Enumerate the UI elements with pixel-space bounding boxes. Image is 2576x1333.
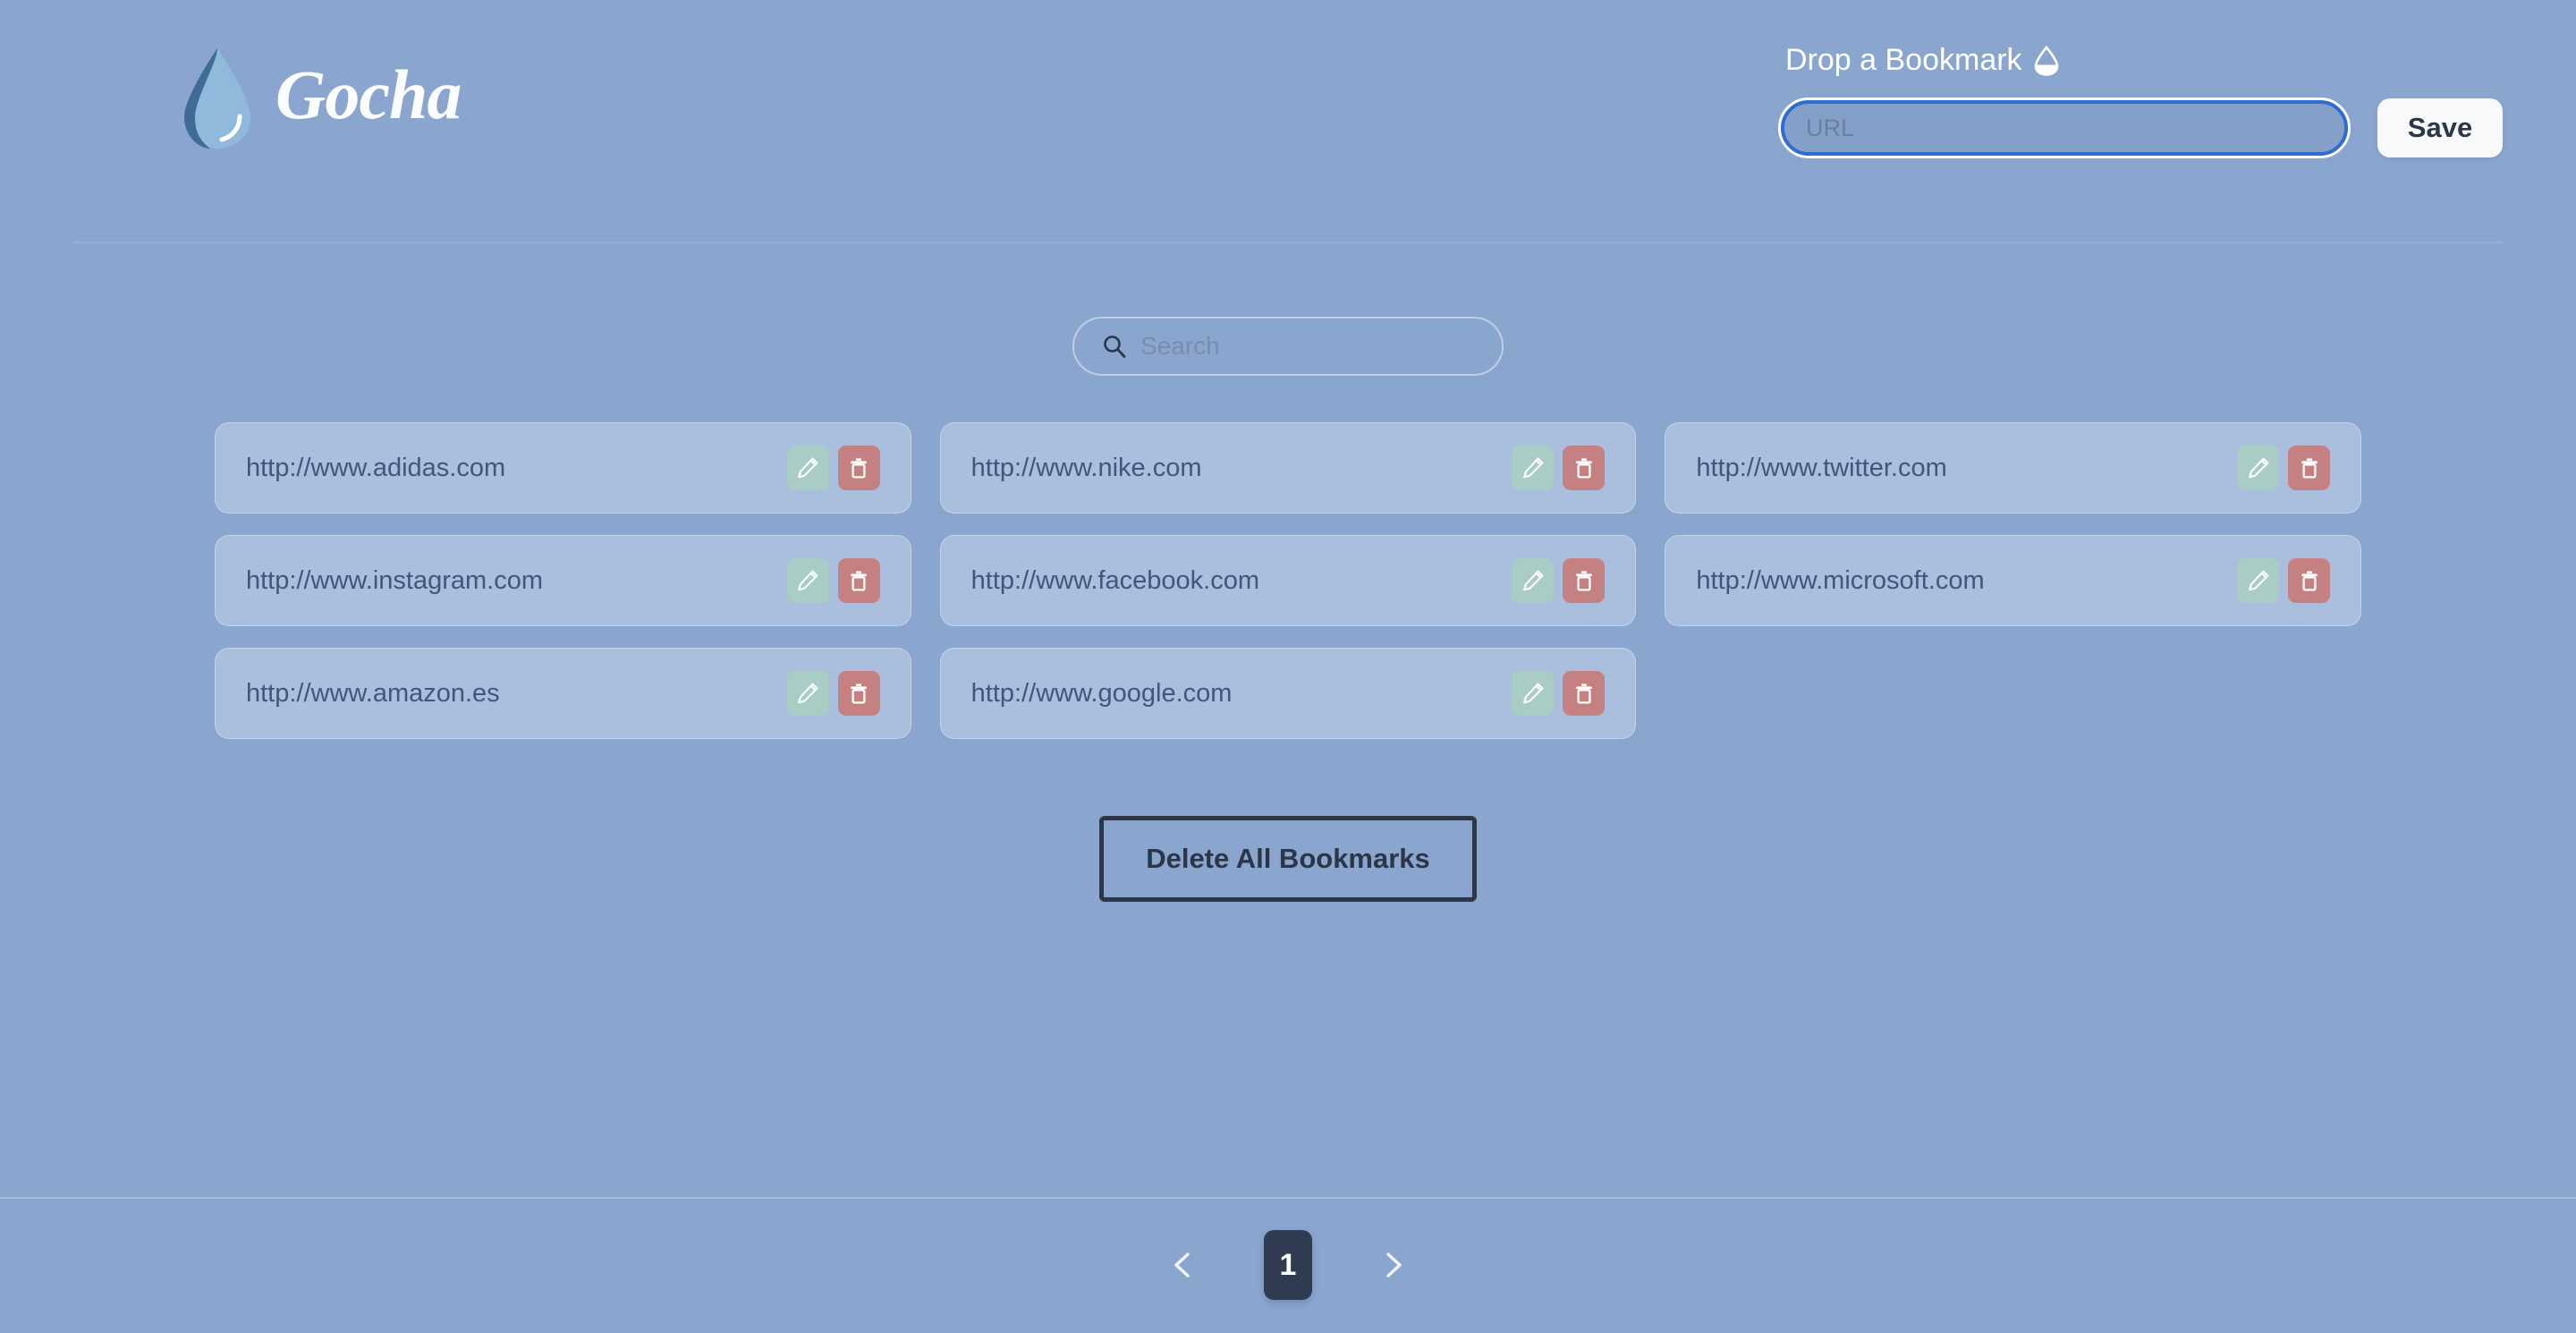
delete-all-row: Delete All Bookmarks: [215, 816, 2361, 902]
app-root: Gocha Drop a Bookmark Save: [0, 0, 2576, 1333]
chevron-left-icon: [1165, 1247, 1201, 1283]
delete-bookmark-button[interactable]: [1563, 671, 1605, 716]
brand-name: Gocha: [275, 60, 461, 137]
drop-bookmark-zone: Drop a Bookmark Save: [1778, 43, 2503, 158]
bookmark-url: http://www.amazon.es: [246, 679, 500, 709]
bookmark-card[interactable]: http://www.facebook.com: [940, 535, 1637, 626]
pencil-icon: [796, 569, 819, 592]
edit-bookmark-button[interactable]: [1512, 671, 1554, 716]
edit-bookmark-button[interactable]: [787, 558, 829, 603]
bookmark-card[interactable]: http://www.twitter.com: [1665, 422, 2361, 514]
trash-icon: [847, 682, 870, 705]
water-drop-icon: [179, 47, 256, 150]
pencil-icon: [2247, 456, 2270, 480]
search-input[interactable]: [1140, 332, 1475, 361]
bookmark-card[interactable]: http://www.adidas.com: [215, 422, 911, 514]
app-header: Gocha Drop a Bookmark Save: [0, 0, 2576, 243]
bookmark-card[interactable]: http://www.instagram.com: [215, 535, 911, 626]
edit-bookmark-button[interactable]: [1512, 446, 1554, 490]
bookmark-actions: [1512, 558, 1605, 603]
pagination-prev-button[interactable]: [1158, 1240, 1208, 1290]
bookmark-actions: [1512, 446, 1605, 490]
bookmark-grid-empty-cell: [1665, 648, 2361, 739]
search-row: [215, 243, 2361, 376]
pencil-icon: [796, 456, 819, 480]
drop-bookmark-title: Drop a Bookmark: [1785, 43, 2060, 78]
pagination-page-1[interactable]: 1: [1264, 1230, 1312, 1300]
bookmark-actions: [2237, 558, 2330, 603]
url-input-wrapper: [1778, 98, 2351, 158]
bookmark-grid: http://www.adidas.com http://www.nike.com…: [215, 422, 2361, 739]
bookmark-url: http://www.nike.com: [971, 454, 1202, 483]
delete-all-bookmarks-button[interactable]: Delete All Bookmarks: [1099, 816, 1477, 902]
bookmark-actions: [787, 446, 880, 490]
pagination-next-button[interactable]: [1368, 1240, 1418, 1290]
url-input[interactable]: [1781, 100, 2348, 156]
trash-icon: [847, 456, 870, 480]
delete-bookmark-button[interactable]: [838, 671, 880, 716]
brand-logo[interactable]: Gocha: [179, 47, 461, 150]
bookmark-actions: [2237, 446, 2330, 490]
bookmark-actions: [787, 671, 880, 716]
trash-icon: [2298, 456, 2321, 480]
pencil-icon: [1521, 456, 1545, 480]
delete-bookmark-button[interactable]: [1563, 446, 1605, 490]
delete-bookmark-button[interactable]: [838, 558, 880, 603]
bookmark-url: http://www.google.com: [971, 679, 1233, 709]
trash-icon: [847, 569, 870, 592]
bookmark-url: http://www.facebook.com: [971, 566, 1259, 596]
bookmark-card[interactable]: http://www.microsoft.com: [1665, 535, 2361, 626]
bookmark-actions: [787, 558, 880, 603]
bookmark-url: http://www.instagram.com: [246, 566, 543, 596]
bookmark-url: http://www.twitter.com: [1696, 454, 1946, 483]
trash-icon: [1572, 569, 1596, 592]
search-icon: [1101, 333, 1128, 360]
edit-bookmark-button[interactable]: [787, 671, 829, 716]
edit-bookmark-button[interactable]: [1512, 558, 1554, 603]
search-box[interactable]: [1072, 317, 1504, 376]
bookmark-card[interactable]: http://www.amazon.es: [215, 648, 911, 739]
delete-bookmark-button[interactable]: [1563, 558, 1605, 603]
edit-bookmark-button[interactable]: [2237, 446, 2279, 490]
pencil-icon: [2247, 569, 2270, 592]
bookmark-url: http://www.adidas.com: [246, 454, 505, 483]
delete-bookmark-button[interactable]: [838, 446, 880, 490]
trash-icon: [1572, 456, 1596, 480]
pagination-footer: 1: [0, 1197, 2576, 1333]
pencil-icon: [1521, 569, 1545, 592]
url-entry-row: Save: [1778, 98, 2503, 158]
main-content: http://www.adidas.com http://www.nike.com…: [0, 243, 2576, 1197]
save-button[interactable]: Save: [2377, 98, 2503, 157]
bookmark-url: http://www.microsoft.com: [1696, 566, 1984, 596]
delete-bookmark-button[interactable]: [2288, 446, 2330, 490]
bookmark-card[interactable]: http://www.google.com: [940, 648, 1637, 739]
delete-bookmark-button[interactable]: [2288, 558, 2330, 603]
water-drop-icon: [2033, 46, 2060, 76]
bookmark-actions: [1512, 671, 1605, 716]
edit-bookmark-button[interactable]: [2237, 558, 2279, 603]
drop-bookmark-label: Drop a Bookmark: [1785, 43, 2022, 78]
bookmark-card[interactable]: http://www.nike.com: [940, 422, 1637, 514]
trash-icon: [2298, 569, 2321, 592]
pencil-icon: [796, 682, 819, 705]
trash-icon: [1572, 682, 1596, 705]
chevron-right-icon: [1375, 1247, 1411, 1283]
edit-bookmark-button[interactable]: [787, 446, 829, 490]
pencil-icon: [1521, 682, 1545, 705]
